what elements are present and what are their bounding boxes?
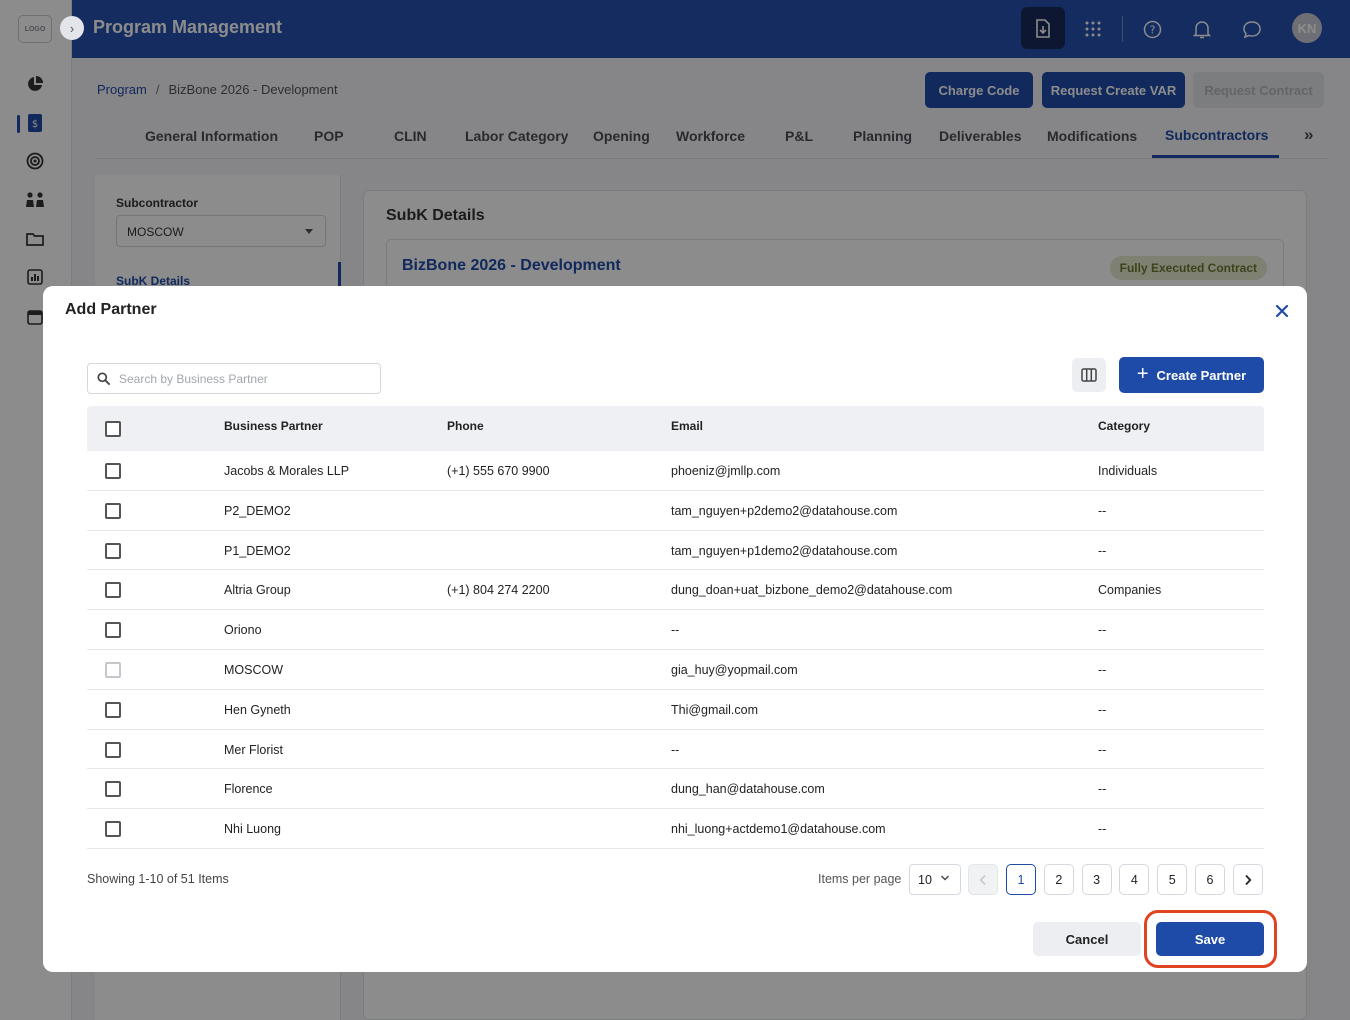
items-per-page-select[interactable]: 10 — [909, 864, 961, 895]
save-button[interactable]: Save — [1156, 922, 1264, 956]
cell-business-partner: Oriono — [224, 623, 262, 638]
items-per-page-value: 10 — [918, 873, 932, 887]
cell-email: tam_nguyen+p1demo2@datahouse.com — [671, 543, 898, 558]
pagination-summary: Showing 1-10 of 51 Items — [87, 872, 229, 886]
cell-phone: (+1) 804 274 2200 — [447, 583, 550, 598]
row-checkbox[interactable] — [105, 622, 121, 639]
cell-business-partner: Florence — [224, 782, 273, 797]
page-button-3[interactable]: 3 — [1081, 864, 1112, 895]
create-partner-label: Create Partner — [1156, 367, 1247, 383]
row-checkbox[interactable] — [105, 661, 121, 678]
table-row[interactable]: P1_DEMO2 tam_nguyen+p1demo2@datahouse.com… — [87, 531, 1264, 571]
column-phone[interactable]: Phone — [447, 419, 484, 433]
row-checkbox[interactable] — [105, 502, 121, 519]
cell-email: gia_huy@yopmail.com — [671, 662, 798, 677]
column-email[interactable]: Email — [671, 419, 703, 433]
select-all-checkbox[interactable] — [105, 421, 121, 437]
page-button-5[interactable]: 5 — [1157, 864, 1188, 895]
cell-category: -- — [1098, 782, 1107, 797]
cell-category: -- — [1098, 623, 1107, 638]
next-page-button[interactable] — [1233, 864, 1263, 895]
close-icon[interactable] — [1271, 300, 1293, 322]
cell-business-partner: Mer Florist — [224, 742, 284, 757]
table-row[interactable]: P2_DEMO2 tam_nguyen+p2demo2@datahouse.com… — [87, 491, 1264, 531]
cell-email: phoeniz@jmllp.com — [671, 464, 781, 478]
table-header: Business Partner Phone Email Category — [87, 406, 1264, 451]
table-row[interactable]: Mer Florist -- -- — [87, 730, 1264, 770]
row-checkbox[interactable] — [105, 781, 121, 798]
add-partner-modal: Add Partner + Create Partner Business Pa… — [43, 286, 1307, 972]
table-row[interactable]: Altria Group (+1) 804 274 2200 dung_doan+u… — [87, 570, 1264, 611]
modal-title: Add Partner — [65, 301, 157, 318]
cell-email: dung_han@datahouse.com — [671, 782, 825, 797]
page-button-2[interactable]: 2 — [1043, 864, 1074, 895]
columns-toggle-button[interactable] — [1072, 358, 1106, 392]
column-category[interactable]: Category — [1098, 419, 1150, 433]
cell-category: -- — [1098, 742, 1107, 757]
cell-category: -- — [1098, 702, 1107, 717]
table-row[interactable]: Hen Gyneth Thi@gmail.com -- — [87, 690, 1264, 730]
row-checkbox[interactable] — [105, 463, 121, 479]
row-checkbox[interactable] — [105, 542, 121, 559]
sidebar-collapse-button[interactable]: › — [60, 16, 84, 40]
cell-business-partner: Nhi Luong — [224, 822, 281, 837]
table-row[interactable]: Oriono -- -- — [87, 610, 1264, 650]
row-checkbox[interactable] — [105, 701, 121, 718]
cell-category: -- — [1098, 543, 1107, 558]
cell-email: -- — [671, 623, 680, 638]
column-business-partner[interactable]: Business Partner — [224, 419, 323, 433]
cell-category: -- — [1098, 662, 1107, 677]
cell-business-partner: MOSCOW — [224, 662, 284, 677]
cell-email: dung_doan+uat_bizbone_demo2@datahouse.co… — [671, 583, 953, 598]
chevron-left-icon — [979, 874, 986, 885]
search-icon — [97, 372, 110, 390]
columns-icon — [1081, 368, 1097, 382]
cell-category: -- — [1098, 503, 1107, 518]
page-button-4[interactable]: 4 — [1119, 864, 1150, 895]
plus-icon: + — [1136, 363, 1149, 385]
row-checkbox[interactable] — [105, 582, 121, 599]
cell-business-partner: Altria Group — [224, 583, 291, 598]
cell-phone: (+1) 555 670 9900 — [447, 464, 550, 478]
cell-email: nhi_luong+actdemo1@datahouse.com — [671, 822, 886, 837]
cell-email: Thi@gmail.com — [671, 702, 759, 717]
page-button-6[interactable]: 6 — [1195, 864, 1225, 895]
chevron-right-icon — [1245, 874, 1252, 885]
cell-business-partner: Hen Gyneth — [224, 702, 291, 717]
cell-business-partner: P2_DEMO2 — [224, 503, 291, 518]
cell-category: Individuals — [1098, 464, 1158, 478]
cell-category: Companies — [1098, 583, 1162, 598]
cell-email: tam_nguyen+p2demo2@datahouse.com — [671, 503, 898, 518]
row-checkbox[interactable] — [105, 821, 121, 838]
table-row[interactable]: Jacobs & Morales LLP (+1) 555 670 9900 pho… — [87, 451, 1264, 491]
create-partner-button[interactable]: + Create Partner — [1119, 357, 1264, 393]
table-row[interactable]: Florence dung_han@datahouse.com -- — [87, 769, 1264, 810]
prev-page-button[interactable] — [968, 864, 998, 895]
cancel-button[interactable]: Cancel — [1033, 922, 1141, 956]
cell-category: -- — [1098, 822, 1107, 837]
page-button-1[interactable]: 1 — [1006, 864, 1036, 895]
cell-business-partner: P1_DEMO2 — [224, 543, 291, 558]
table-row[interactable]: MOSCOW gia_huy@yopmail.com -- — [87, 650, 1264, 690]
items-per-page-label: Items per page — [818, 872, 902, 886]
cell-email: -- — [671, 742, 680, 757]
partner-table: Business Partner Phone Email Category Ja… — [87, 406, 1264, 849]
search-input[interactable] — [119, 370, 369, 388]
chevron-down-icon — [940, 872, 950, 886]
partner-search — [87, 363, 381, 394]
cell-business-partner: Jacobs & Morales LLP — [224, 464, 350, 478]
table-row[interactable]: Nhi Luong nhi_luong+actdemo1@datahouse.co… — [87, 809, 1264, 849]
row-checkbox[interactable] — [105, 741, 121, 758]
